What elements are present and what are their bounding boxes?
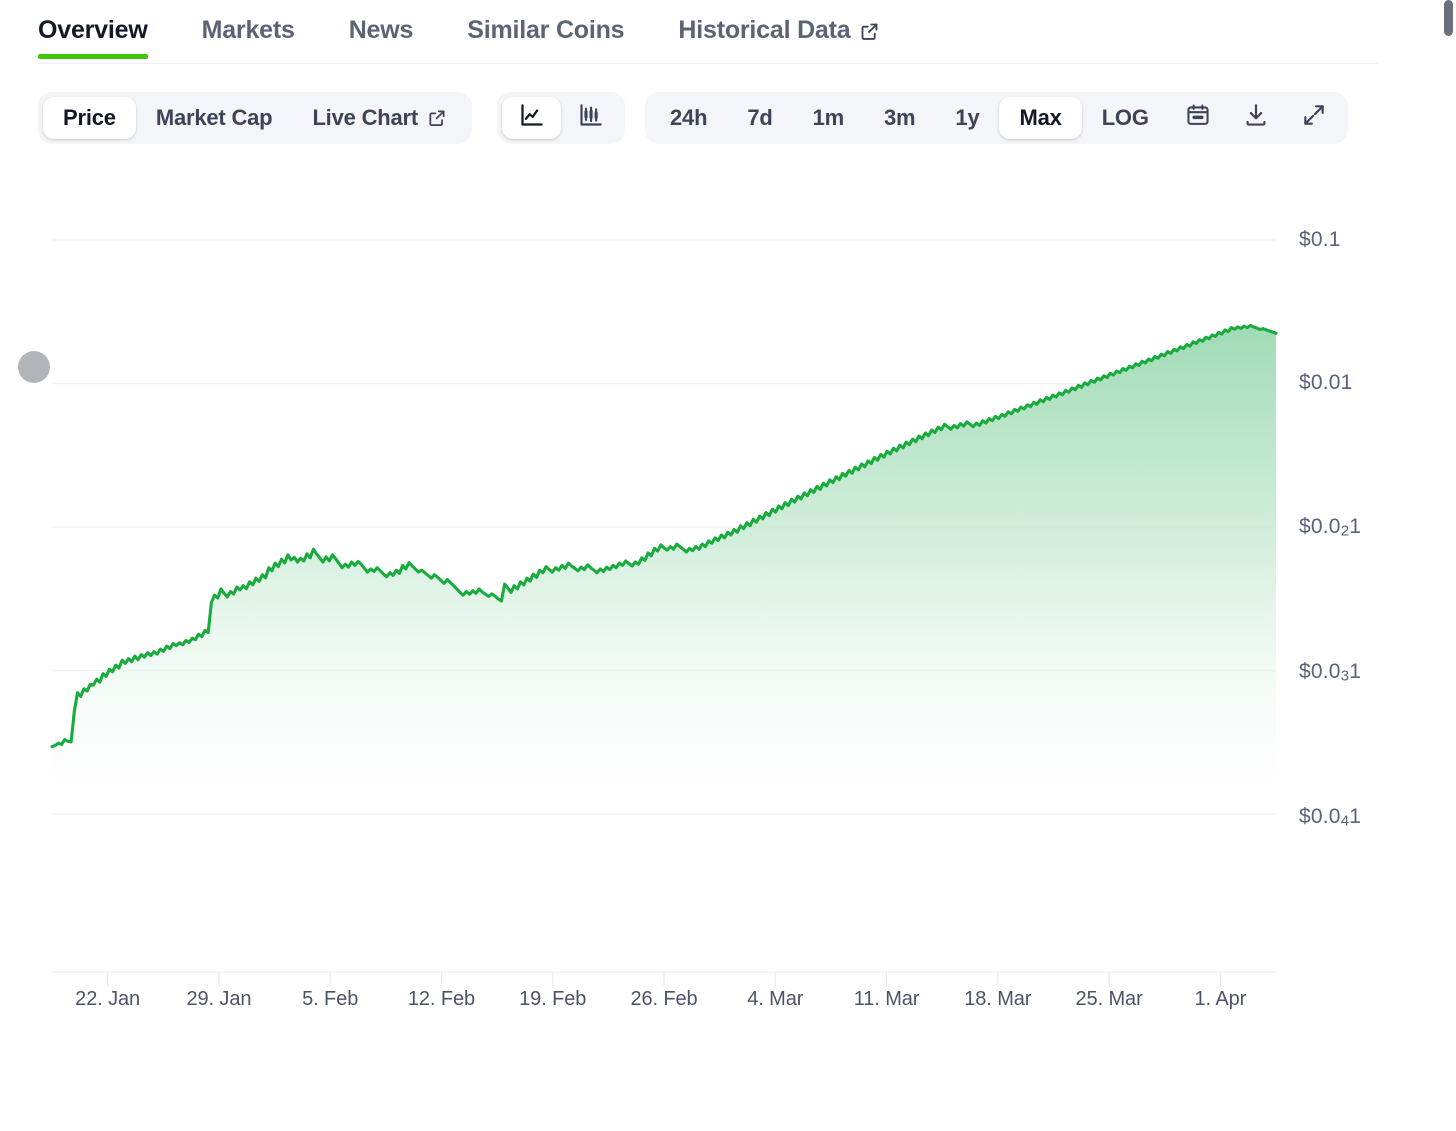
y-axis-label-1: $0.01: [1299, 371, 1353, 395]
page-tabs: Overview Markets News Similar Coins Hist…: [38, 0, 1378, 68]
x-axis-label-8: 18. Mar: [964, 988, 1031, 1011]
page-scrollbar-thumb[interactable]: [1444, 0, 1453, 36]
range-option-24h-label: 24h: [670, 105, 707, 131]
range-option-3m[interactable]: 3m: [864, 97, 935, 139]
metric-option-market-cap[interactable]: Market Cap: [136, 97, 293, 139]
metric-option-price[interactable]: Price: [43, 97, 136, 139]
tab-overview-label: Overview: [38, 16, 148, 45]
tabbar-divider: [38, 63, 1378, 64]
x-axis-label-9: 25. Mar: [1076, 988, 1143, 1011]
tab-news-label: News: [349, 16, 414, 45]
metric-option-price-label: Price: [63, 105, 116, 131]
range-option-log-label: LOG: [1102, 105, 1149, 131]
time-range-toggle-group: 24h 7d 1m 3m 1y Max LOG: [645, 92, 1348, 144]
calendar-icon: [1185, 102, 1211, 134]
range-option-max-label: Max: [1019, 105, 1061, 131]
range-option-1m-label: 1m: [813, 105, 844, 131]
x-axis-label-1: 29. Jan: [186, 988, 251, 1011]
x-axis-label-3: 12. Feb: [408, 988, 475, 1011]
price-chart[interactable]: $0.1 $0.01 $0.021 $0.031 $0.041 22. Jan 2…: [0, 160, 1456, 1040]
tab-similar-coins-label: Similar Coins: [467, 16, 624, 45]
expand-icon: [1301, 102, 1327, 134]
fullscreen-button[interactable]: [1285, 97, 1343, 139]
candlestick-chart-icon: [577, 102, 604, 135]
crypto-price-chart-page: Overview Markets News Similar Coins Hist…: [0, 0, 1456, 1131]
chart-toolbar: Price Market Cap Live Chart: [0, 92, 1456, 154]
tab-overview[interactable]: Overview: [38, 0, 148, 59]
tab-news[interactable]: News: [349, 0, 414, 59]
range-option-7d-label: 7d: [747, 105, 772, 131]
chart-plot-area[interactable]: [0, 160, 1456, 1040]
range-option-24h[interactable]: 24h: [650, 97, 727, 139]
range-option-1m[interactable]: 1m: [793, 97, 864, 139]
chart-navigator[interactable]: 22. Jan5. Feb19. Feb4. Mar18. Mar1. Apr: [0, 1041, 1456, 1131]
tab-similar-coins[interactable]: Similar Coins: [467, 0, 624, 59]
chart-area-fill: [52, 325, 1276, 805]
y-axis-label-3: $0.031: [1299, 660, 1361, 685]
y-axis-label-2: $0.021: [1299, 515, 1361, 540]
x-axis-label-10: 1. Apr: [1195, 988, 1247, 1011]
range-option-3m-label: 3m: [884, 105, 915, 131]
metric-toggle-group: Price Market Cap Live Chart: [38, 92, 472, 144]
x-axis-label-0: 22. Jan: [75, 988, 140, 1011]
x-axis-label-5: 26. Feb: [630, 988, 697, 1011]
range-option-log[interactable]: LOG: [1082, 97, 1169, 139]
download-icon: [1243, 102, 1269, 134]
metric-option-market-cap-label: Market Cap: [156, 105, 273, 131]
page-scrollbar[interactable]: [1442, 0, 1456, 1131]
chart-type-toggle-group: [497, 92, 625, 144]
y-axis-label-0: $0.1: [1299, 228, 1341, 252]
chart-x-ticks: [108, 972, 1221, 986]
metric-option-live-chart[interactable]: Live Chart: [292, 97, 467, 139]
y-axis-label-4: $0.041: [1299, 805, 1361, 830]
x-axis-label-7: 11. Mar: [854, 988, 920, 1011]
date-range-picker-button[interactable]: [1169, 97, 1227, 139]
tab-markets[interactable]: Markets: [202, 0, 295, 59]
chart-type-line-button[interactable]: [502, 97, 561, 139]
tab-markets-label: Markets: [202, 16, 295, 45]
tab-historical-data[interactable]: Historical Data: [678, 0, 880, 59]
range-option-1y[interactable]: 1y: [935, 97, 999, 139]
line-chart-icon: [518, 102, 545, 135]
chart-type-candlestick-button[interactable]: [561, 97, 620, 139]
x-axis-label-6: 4. Mar: [747, 988, 803, 1011]
range-option-max[interactable]: Max: [999, 97, 1081, 139]
range-option-7d[interactable]: 7d: [727, 97, 792, 139]
external-link-icon: [859, 20, 880, 41]
external-link-icon: [426, 108, 447, 129]
x-axis-label-2: 5. Feb: [302, 988, 358, 1011]
tab-historical-data-label: Historical Data: [678, 16, 850, 45]
metric-option-live-chart-label: Live Chart: [312, 105, 418, 131]
range-option-1y-label: 1y: [955, 105, 979, 131]
download-button[interactable]: [1227, 97, 1285, 139]
x-axis-label-4: 19. Feb: [519, 988, 586, 1011]
